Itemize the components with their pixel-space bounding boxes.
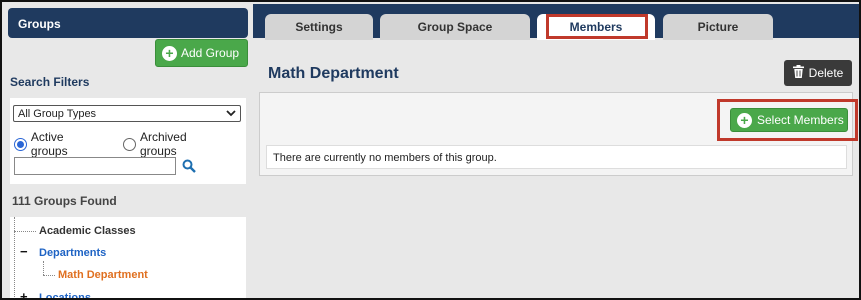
active-groups-radio[interactable] <box>14 137 27 151</box>
groups-found-count: 111 Groups Found <box>12 194 117 208</box>
tree-item-locations[interactable]: Locations <box>39 292 91 298</box>
trash-icon <box>792 65 804 81</box>
tree-connector <box>14 217 15 298</box>
groups-tree: Academic Classes − Departments Math Depa… <box>10 217 246 298</box>
tab-bar: Settings Group Space Members Picture <box>253 4 859 40</box>
archived-groups-label: Archived groups <box>139 130 187 158</box>
tree-connector <box>14 231 36 232</box>
groups-header-title: Groups <box>18 17 61 31</box>
plus-circle-icon: + <box>162 45 177 61</box>
collapse-toggle-icon[interactable]: − <box>20 244 28 259</box>
group-type-select[interactable]: All Group Types <box>13 105 241 122</box>
tab-picture[interactable]: Picture <box>663 14 773 40</box>
groups-sidebar: Groups + Add Group Search Filters All Gr… <box>4 4 251 298</box>
status-radio-group: Active groups Archived groups <box>14 130 246 158</box>
tab-settings[interactable]: Settings <box>265 14 373 40</box>
filters-box: All Group Types Active groups Archived g… <box>10 98 246 184</box>
tree-item-departments[interactable]: Departments <box>39 247 106 259</box>
app-frame: Groups + Add Group Search Filters All Gr… <box>0 0 861 300</box>
add-group-label: Add Group <box>181 46 240 60</box>
add-group-button[interactable]: + Add Group <box>155 39 248 67</box>
select-members-highlight <box>717 99 858 141</box>
page-title: Math Department <box>268 65 399 82</box>
delete-label: Delete <box>808 66 844 80</box>
search-filters-title: Search Filters <box>10 75 90 89</box>
active-groups-label: Active groups <box>30 130 68 158</box>
empty-members-message: There are currently no members of this g… <box>266 145 847 169</box>
group-search-input[interactable] <box>14 157 176 175</box>
archived-groups-radio[interactable] <box>123 137 136 151</box>
tab-group-space[interactable]: Group Space <box>380 14 530 40</box>
delete-button[interactable]: Delete <box>784 60 852 86</box>
tree-item-math-department[interactable]: Math Department <box>58 269 148 281</box>
groups-header: Groups <box>8 8 248 38</box>
tree-connector <box>43 275 55 276</box>
members-tab-highlight <box>546 14 648 39</box>
search-icon[interactable] <box>182 159 196 173</box>
tree-item-academic-classes[interactable]: Academic Classes <box>39 225 136 237</box>
group-type-selected: All Group Types <box>18 107 97 120</box>
chevron-down-icon <box>226 109 236 119</box>
tree-connector <box>43 261 44 275</box>
expand-toggle-icon[interactable]: + <box>20 289 28 298</box>
